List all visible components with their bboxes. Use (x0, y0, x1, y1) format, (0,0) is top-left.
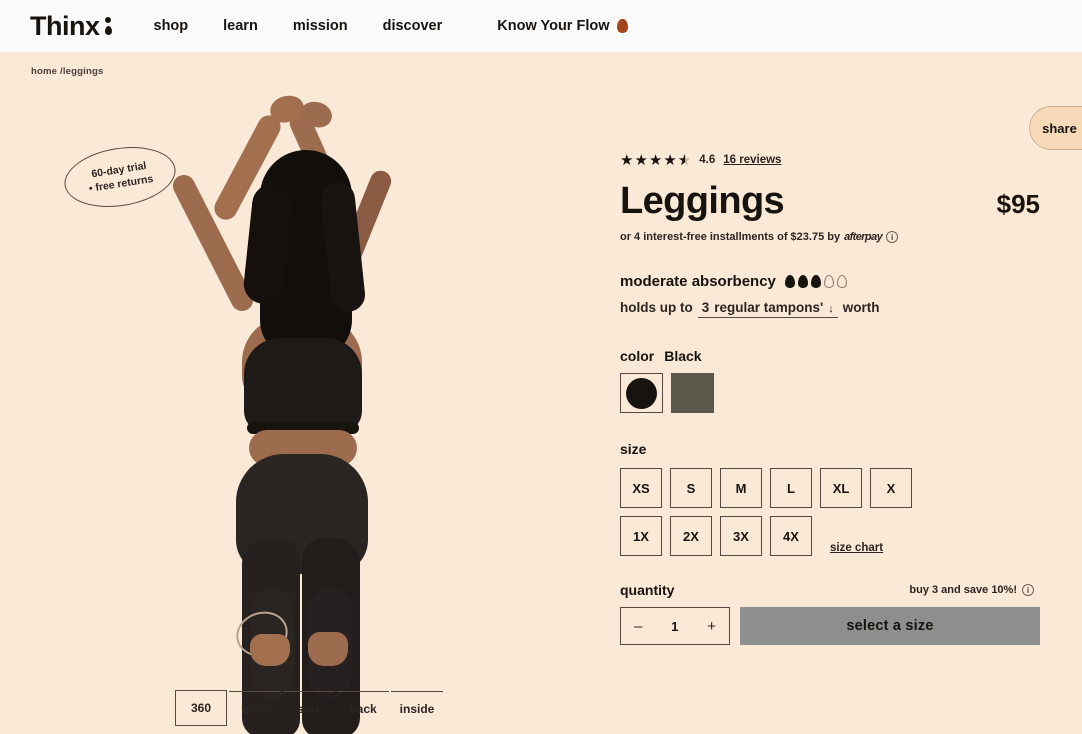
droplet-icon (616, 19, 628, 33)
breadcrumb[interactable]: home /leggings (31, 66, 103, 77)
size-grid: XS S M L XL X 1X 2X 3X 4X size chart (620, 468, 1040, 556)
gallery-tab-back-label: back (349, 701, 377, 716)
product-price: $95 (996, 189, 1040, 219)
logo[interactable]: Thinx (30, 10, 112, 41)
holds-prefix: holds up to (620, 300, 693, 315)
color-selected-name: Black (664, 348, 702, 364)
gallery-tab-360-label: 360 (190, 701, 212, 715)
color-header: color Black (620, 348, 1040, 364)
size-button-xs[interactable]: XS (620, 468, 662, 508)
installments-text: or 4 interest-free installments of $23.7… (620, 231, 841, 243)
rating-row: ★★★★★ 4.6 16 reviews (620, 150, 1040, 170)
share-button[interactable]: share (1029, 106, 1082, 150)
star-rating-icon: ★ ★ ★ ★ ★ (620, 153, 691, 168)
size-row-1: XS S M L XL X (620, 468, 1040, 508)
swatch-black-dot (626, 377, 657, 409)
quantity-stepper[interactable]: – 1 + (620, 607, 730, 645)
size-button-s[interactable]: S (670, 468, 712, 508)
nav-item-learn[interactable]: learn (223, 18, 258, 34)
promo-info-icon[interactable]: i (1022, 584, 1034, 596)
product-detail-page: Thinx shop learn mission discover Know Y… (0, 0, 1082, 734)
quantity-decrease-button[interactable]: – (634, 618, 642, 635)
absorbency-droplets-icon (784, 275, 847, 288)
swatch-black[interactable] (620, 373, 663, 413)
add-to-cart-button[interactable]: select a size (740, 607, 1040, 645)
nav-item-mission[interactable]: mission (293, 18, 348, 34)
color-section: color Black (620, 348, 1040, 413)
info-icon[interactable]: i (886, 231, 899, 243)
site-header: Thinx shop learn mission discover Know Y… (0, 0, 1082, 52)
size-chart-link[interactable]: size chart (830, 542, 883, 554)
size-label: size (620, 441, 647, 457)
main-nav: shop learn mission discover Know Your Fl… (154, 18, 628, 34)
quantity-label: quantity (620, 582, 675, 598)
tampon-count-select[interactable]: 3 regular tampons' ↓ (697, 300, 838, 318)
gallery-view-tabs: 360 front side back inside (175, 690, 445, 726)
gallery-tab-front-label: front (241, 701, 269, 716)
gallery-tab-front[interactable]: front (229, 691, 281, 725)
nav-item-know-your-flow-label: Know Your Flow (497, 18, 610, 34)
quantity-increase-button[interactable]: + (707, 618, 716, 635)
installments-note: or 4 interest-free installments of $23.7… (620, 231, 1040, 243)
gallery-tab-side[interactable]: side (283, 691, 335, 725)
gallery-tab-360[interactable]: 360 (175, 690, 227, 726)
reviews-link[interactable]: 16 reviews (723, 154, 781, 166)
size-button-4x[interactable]: 4X (770, 516, 812, 556)
title-row: Leggings $95 (620, 180, 1040, 223)
model-foot-right (308, 632, 348, 666)
swatch-olive[interactable] (671, 373, 714, 413)
holds-unit: regular tampons' (714, 300, 824, 315)
size-row-2: 1X 2X 3X 4X size chart (620, 516, 1040, 556)
size-button-3x[interactable]: 3X (720, 516, 762, 556)
promo-text: buy 3 and save 10%! (909, 584, 1017, 596)
logo-text: Thinx (30, 10, 100, 41)
color-label: color (620, 348, 655, 364)
size-button-xl[interactable]: XL (820, 468, 862, 508)
absorbency-row: moderate absorbency (620, 273, 1040, 290)
page-title: Leggings (620, 180, 785, 222)
quantity-header: quantity buy 3 and save 10%! i (620, 582, 1034, 598)
gallery-tab-inside[interactable]: inside (391, 691, 443, 725)
color-swatches (620, 373, 1040, 413)
quantity-value: 1 (671, 618, 679, 634)
nav-item-discover[interactable]: discover (383, 18, 443, 34)
holds-row: holds up to 3 regular tampons' ↓ worth (620, 300, 1040, 318)
absorbency-label: moderate absorbency (620, 273, 776, 290)
logo-droplet-icon (104, 17, 112, 35)
size-button-xxl[interactable]: X (870, 468, 912, 508)
afterpay-logo: afterpay (844, 231, 883, 243)
holds-suffix: worth (842, 300, 880, 315)
nav-item-shop[interactable]: shop (154, 18, 189, 34)
model-foot-left (250, 634, 290, 666)
promo-note: buy 3 and save 10%! i (909, 584, 1034, 596)
size-section: size XS S M L XL X 1X 2X 3X 4X size char… (620, 441, 1040, 556)
holds-count: 3 (701, 300, 710, 315)
model-sports-bra (244, 338, 362, 433)
rating-value: 4.6 (699, 154, 716, 166)
gallery-tab-inside-label: inside (399, 701, 435, 716)
chevron-down-icon: ↓ (828, 303, 834, 315)
product-image[interactable] (150, 88, 480, 734)
gallery-tab-side-label: side (296, 701, 321, 716)
size-button-l[interactable]: L (770, 468, 812, 508)
cart-row: – 1 + select a size (620, 607, 1040, 645)
quantity-section: quantity buy 3 and save 10%! i – 1 + sel… (620, 582, 1040, 645)
product-info-panel: ★★★★★ 4.6 16 reviews Leggings $95 or 4 i… (620, 150, 1040, 645)
size-button-1x[interactable]: 1X (620, 516, 662, 556)
size-button-2x[interactable]: 2X (670, 516, 712, 556)
nav-item-know-your-flow[interactable]: Know Your Flow (497, 18, 628, 34)
share-label: share (1042, 120, 1077, 136)
size-button-m[interactable]: M (720, 468, 762, 508)
gallery-tab-back[interactable]: back (337, 691, 389, 725)
